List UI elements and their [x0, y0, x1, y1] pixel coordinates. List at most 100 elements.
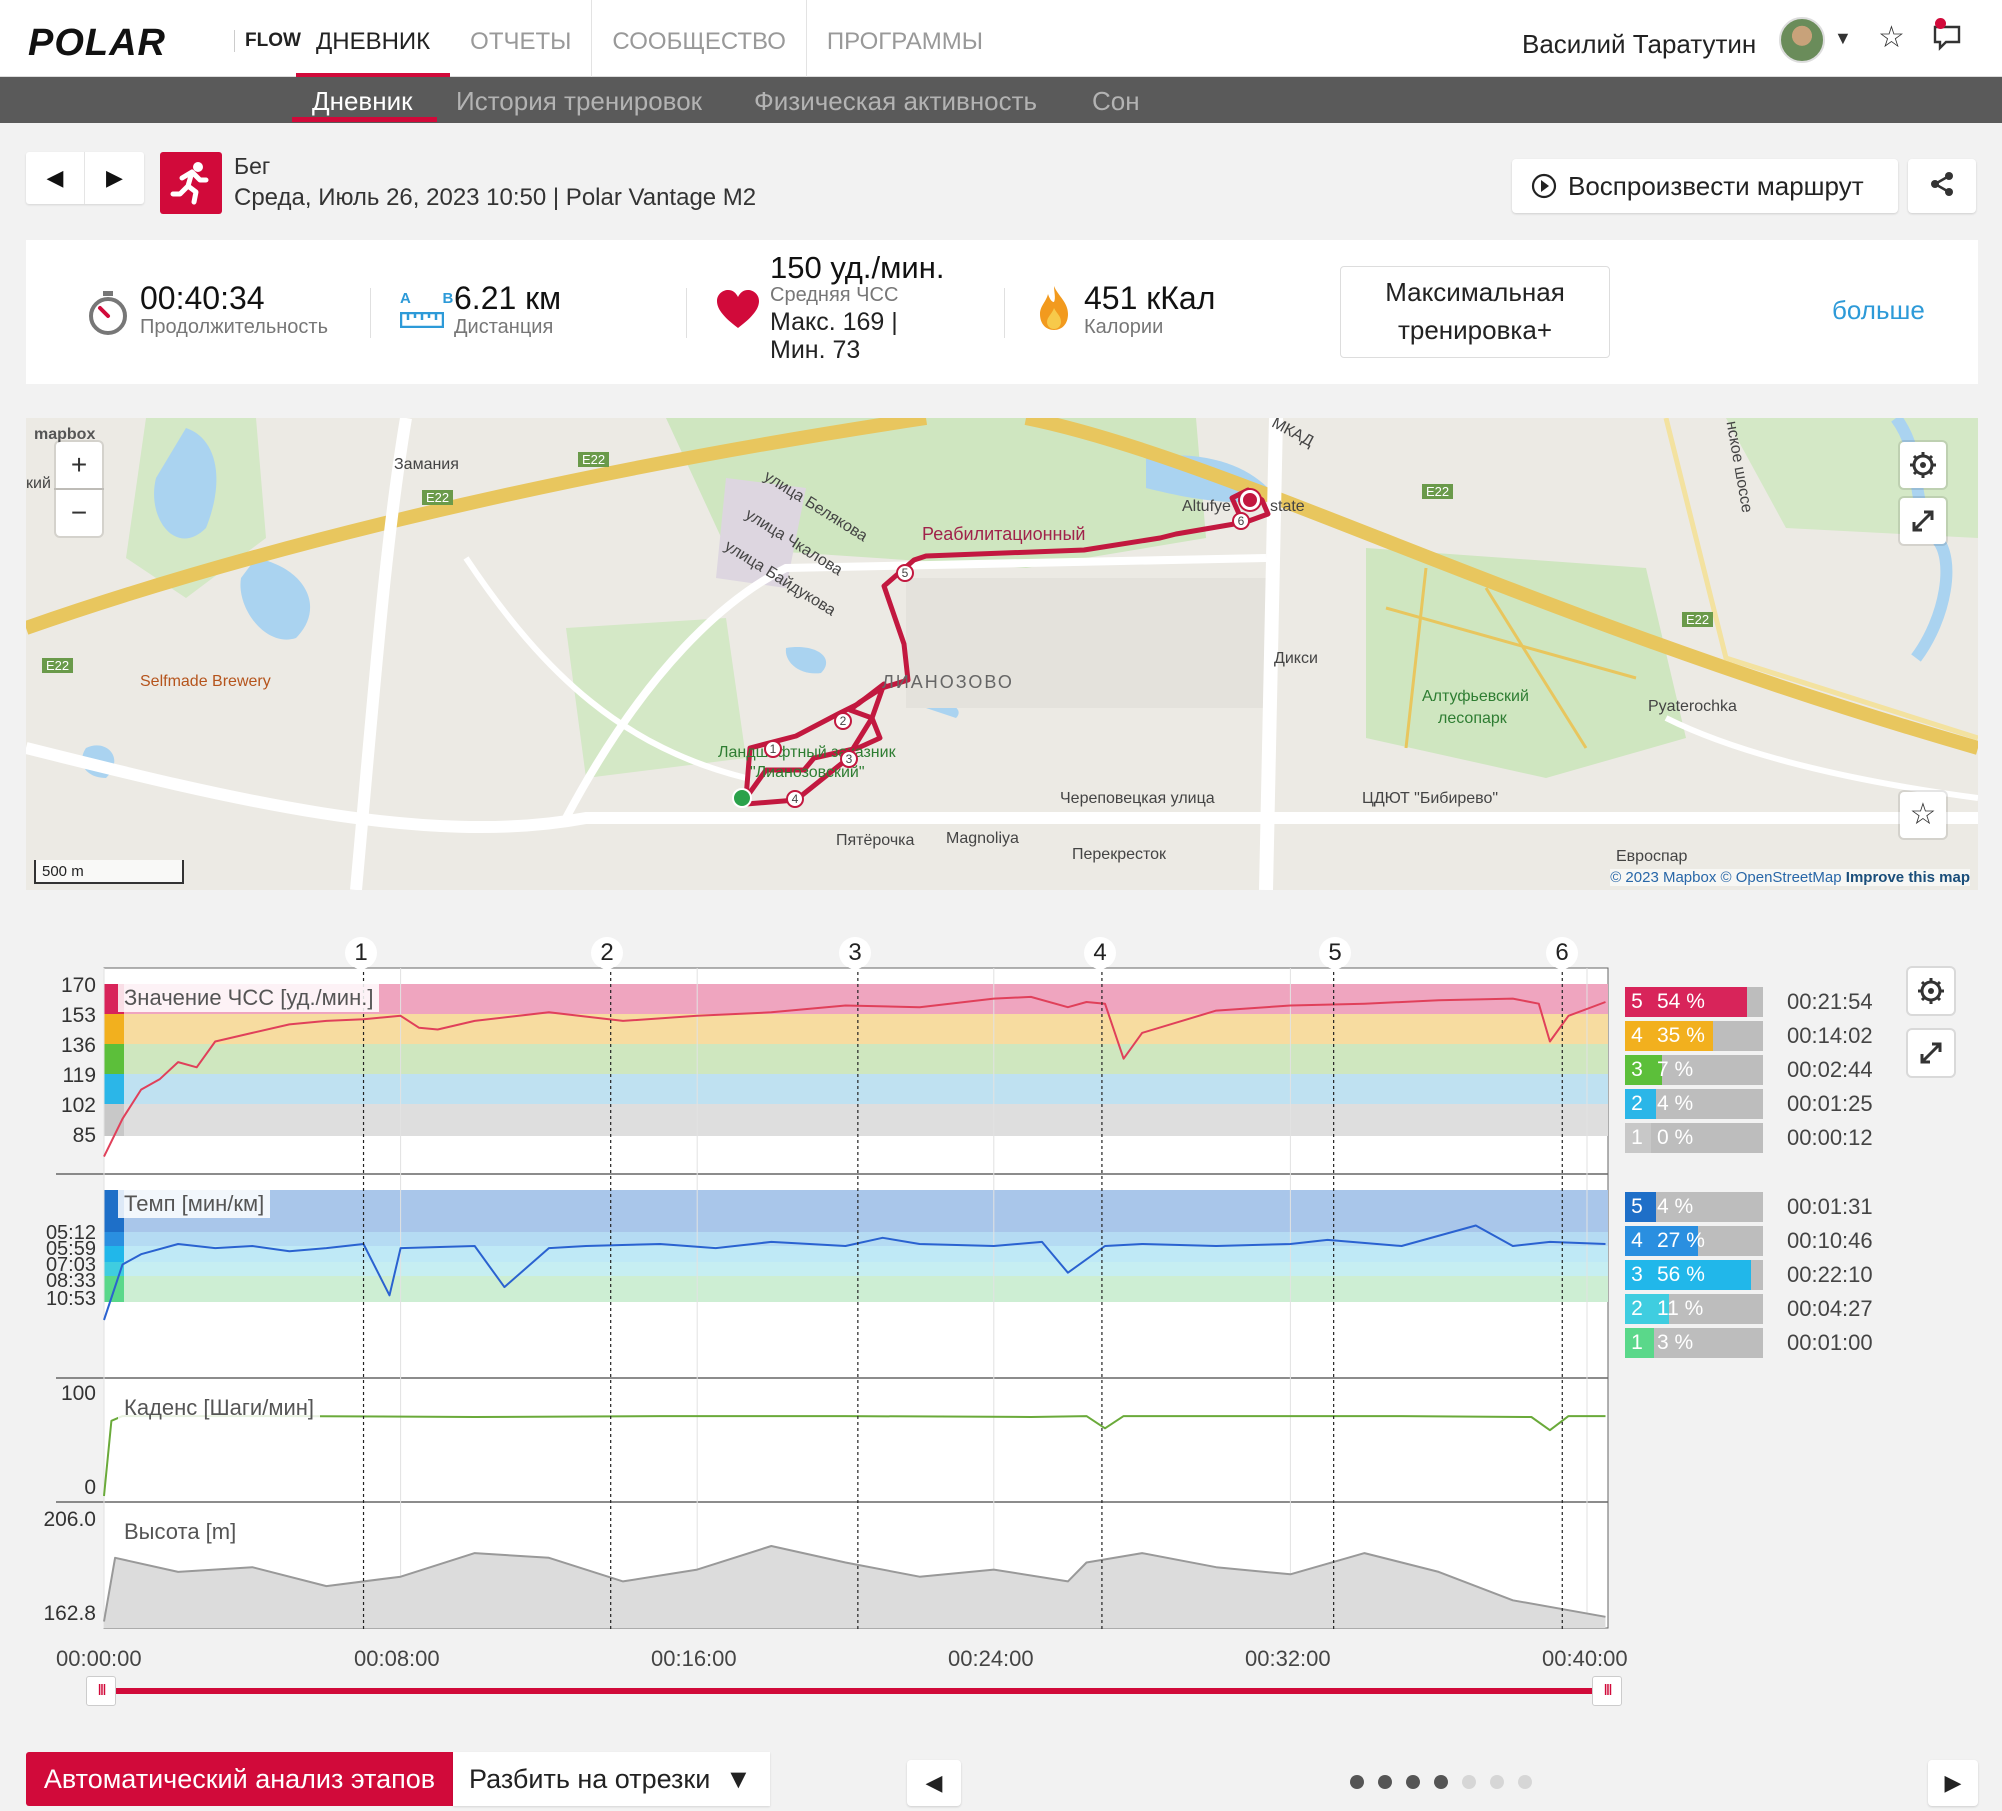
zone-time: 00:10:46 [1787, 1228, 1873, 1253]
laps-prev-button[interactable]: ◀ [907, 1760, 961, 1806]
altitude-y-tick: 206.0 [43, 1508, 96, 1531]
range-end-handle[interactable]: III [1592, 1676, 1622, 1706]
altitude-panel-label: Высота [m] [118, 1518, 243, 1546]
cadence-y-tick: 0 [84, 1476, 96, 1499]
zone-percent: 4 % [1657, 1195, 1694, 1218]
zone-number: 4 [1625, 1226, 1649, 1256]
pace-zone-band [104, 1190, 1608, 1232]
hr-zone-band [104, 1074, 1608, 1104]
hr-zone-band [104, 1014, 1608, 1044]
hr-y-tick: 136 [60, 1034, 96, 1057]
pagination-dot[interactable] [1490, 1775, 1504, 1789]
zone-row: 5 54 % 00:21:54 [1625, 987, 1965, 1017]
hr-zone-band [104, 1044, 1608, 1074]
hr-zone-strip [104, 1044, 124, 1074]
zone-row: 3 56 % 00:22:10 [1625, 1260, 1965, 1290]
zone-time: 00:04:27 [1787, 1296, 1873, 1321]
zone-time: 00:14:02 [1787, 1023, 1873, 1048]
zone-percent: 7 % [1657, 1058, 1694, 1081]
zone-number: 4 [1625, 1021, 1649, 1051]
x-tick: 00:32:00 [1245, 1646, 1331, 1671]
cadence-panel-label: Каденс [Шаги/мин] [118, 1394, 320, 1422]
lap-number[interactable]: 1 [345, 937, 377, 969]
time-range-track[interactable] [100, 1688, 1610, 1694]
hr-y-tick: 85 [72, 1124, 96, 1147]
session-graphs[interactable] [0, 0, 2002, 1811]
zone-bar-fill [1649, 1123, 1651, 1153]
range-start-handle[interactable]: III [86, 1676, 116, 1706]
x-tick: 00:24:00 [948, 1646, 1034, 1671]
lap-number[interactable]: 2 [591, 937, 623, 969]
zone-row: 5 4 % 00:01:31 [1625, 1192, 1965, 1222]
zone-row: 2 11 % 00:04:27 [1625, 1294, 1965, 1324]
hr-y-tick: 170 [60, 974, 96, 997]
zone-row: 4 35 % 00:14:02 [1625, 1021, 1965, 1051]
hr-y-tick: 102 [60, 1094, 96, 1117]
zone-number: 1 [1625, 1328, 1649, 1358]
pagination-dot[interactable] [1518, 1775, 1532, 1789]
zone-number: 5 [1625, 1192, 1649, 1222]
zone-row: 1 0 % 00:00:12 [1625, 1123, 1965, 1153]
x-tick: 00:16:00 [651, 1646, 737, 1671]
x-tick: 00:08:00 [354, 1646, 440, 1671]
zone-row: 3 7 % 00:02:44 [1625, 1055, 1965, 1085]
zone-percent: 27 % [1657, 1229, 1705, 1252]
zone-time: 00:02:44 [1787, 1057, 1873, 1082]
zone-number: 1 [1625, 1123, 1649, 1153]
zone-number: 3 [1625, 1055, 1649, 1085]
cadence-y-tick: 100 [60, 1382, 96, 1405]
zone-percent: 4 % [1657, 1092, 1694, 1115]
zone-bar-fill [1649, 1328, 1655, 1358]
zone-bar-fill [1649, 1192, 1657, 1222]
pagination-dot[interactable] [1434, 1775, 1448, 1789]
zone-number: 5 [1625, 987, 1649, 1017]
hr-zone-strip [104, 1014, 124, 1044]
zone-bar-fill [1649, 1089, 1657, 1119]
pagination-dot[interactable] [1378, 1775, 1392, 1789]
pagination-dot[interactable] [1406, 1775, 1420, 1789]
pagination-dot[interactable] [1462, 1775, 1476, 1789]
hr-y-tick: 153 [60, 1004, 96, 1027]
pace-panel-label: Темп [мин/км] [118, 1190, 271, 1218]
zone-row: 2 4 % 00:01:25 [1625, 1089, 1965, 1119]
zone-time: 00:01:00 [1787, 1330, 1873, 1355]
zone-time: 00:01:31 [1787, 1194, 1873, 1219]
chevron-down-icon: ▼ [725, 1764, 752, 1794]
zone-time: 00:01:25 [1787, 1091, 1873, 1116]
pace-zone-band [104, 1276, 1608, 1302]
zone-time: 00:00:12 [1787, 1125, 1873, 1150]
zone-percent: 0 % [1657, 1126, 1694, 1149]
lap-number[interactable]: 5 [1319, 937, 1351, 969]
lap-number[interactable]: 3 [839, 937, 871, 969]
zone-time: 00:22:10 [1787, 1262, 1873, 1287]
x-tick: 00:00:00 [56, 1646, 142, 1671]
pace-zone-band [104, 1262, 1608, 1276]
zone-number: 2 [1625, 1089, 1649, 1119]
zone-percent: 11 % [1657, 1297, 1704, 1320]
x-tick: 00:40:00 [1542, 1646, 1628, 1671]
hr-zone-strip [104, 1074, 124, 1104]
lap-number[interactable]: 4 [1084, 937, 1116, 969]
hr-zone-band [104, 1104, 1608, 1136]
zone-percent: 3 % [1657, 1331, 1694, 1354]
zone-percent: 54 % [1657, 990, 1705, 1013]
zone-percent: 56 % [1657, 1263, 1705, 1286]
split-segments-dropdown[interactable]: Разбить на отрезки ▼ [453, 1752, 770, 1806]
lap-number[interactable]: 6 [1546, 937, 1578, 969]
pace-zone-strip [104, 1246, 124, 1262]
zone-percent: 35 % [1657, 1024, 1705, 1047]
laps-next-button[interactable]: ▶ [1928, 1760, 1978, 1806]
hr-y-tick: 119 [62, 1064, 96, 1087]
pace-zone-strip [104, 1232, 124, 1246]
pace-y-tick: 10:53 [45, 1288, 96, 1310]
pagination-dot[interactable] [1350, 1775, 1364, 1789]
split-label: Разбить на отрезки [469, 1764, 711, 1794]
auto-lap-analysis-button[interactable]: Автоматический анализ этапов [26, 1752, 453, 1806]
zone-number: 2 [1625, 1294, 1649, 1324]
zone-row: 4 27 % 00:10:46 [1625, 1226, 1965, 1256]
zone-number: 3 [1625, 1260, 1649, 1290]
zone-time: 00:21:54 [1787, 989, 1873, 1014]
altitude-y-tick: 162.8 [43, 1602, 96, 1625]
hr-panel-label: Значение ЧСС [уд./мин.] [118, 984, 380, 1012]
zone-row: 1 3 % 00:01:00 [1625, 1328, 1965, 1358]
